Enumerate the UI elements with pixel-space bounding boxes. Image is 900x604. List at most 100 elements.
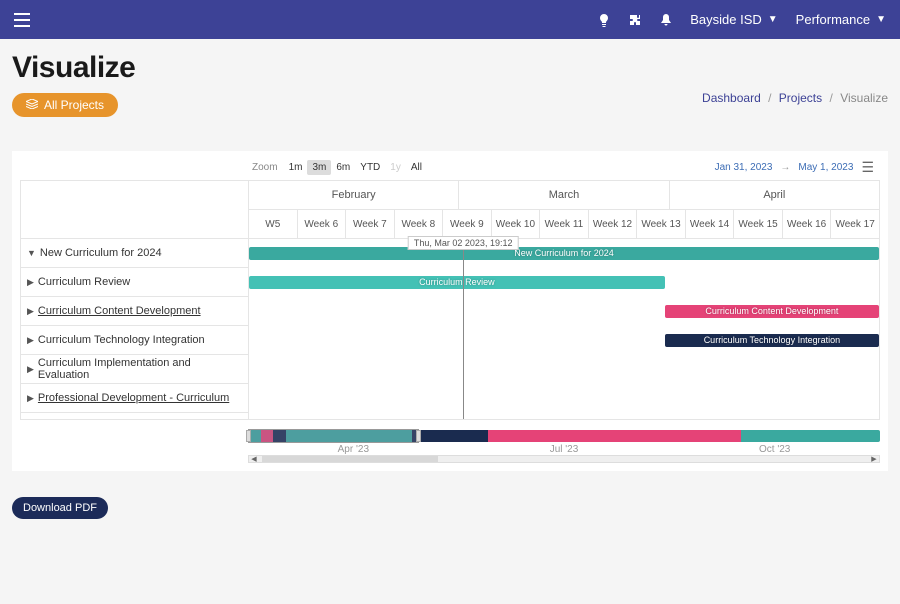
zoom-All[interactable]: All <box>406 160 427 175</box>
gantt-bar[interactable]: Curriculum Review <box>249 276 665 289</box>
week-header-cell: Week 14 <box>686 210 735 238</box>
task-row[interactable]: ▶ Curriculum Review <box>21 268 248 297</box>
triangle-right-icon[interactable]: ▶ <box>27 277 34 288</box>
week-header-cell: Week 17 <box>831 210 879 238</box>
task-label: Curriculum Review <box>38 276 130 288</box>
task-row[interactable]: ▶ Professional Development - Curriculum <box>21 384 248 413</box>
week-header-cell: W5 <box>249 210 298 238</box>
view-name: Performance <box>796 12 870 27</box>
range-to[interactable]: May 1, 2023 <box>798 162 853 173</box>
week-header-cell: Week 11 <box>540 210 589 238</box>
puzzle-icon[interactable] <box>628 13 642 27</box>
breadcrumb: Dashboard / Projects / Visualize <box>702 51 888 105</box>
gantt-row: Curriculum Review <box>249 268 879 297</box>
navigator-handle-right[interactable] <box>416 430 421 442</box>
bell-icon[interactable] <box>660 13 672 27</box>
page-header: Visualize All Projects Dashboard / Proje… <box>0 39 900 123</box>
lightbulb-icon[interactable] <box>598 13 610 27</box>
navigator-scrollbar[interactable]: ◀ ▶ <box>248 455 880 463</box>
gantt-card: Zoom 1m3m6mYTD1yAll Jan 31, 2023 → May 1… <box>12 151 888 471</box>
chevron-down-icon: ▼ <box>876 14 886 25</box>
all-projects-label: All Projects <box>44 98 104 112</box>
all-projects-button[interactable]: All Projects <box>12 93 118 117</box>
zoom-3m[interactable]: 3m <box>307 160 331 175</box>
navigator-handle-left[interactable] <box>246 430 251 442</box>
week-header-cell: Week 6 <box>298 210 347 238</box>
scroll-thumb[interactable] <box>262 456 438 462</box>
gantt-bar[interactable]: Curriculum Content Development <box>665 305 879 318</box>
chevron-down-icon: ▼ <box>768 14 778 25</box>
gantt-bar[interactable]: Curriculum Technology Integration <box>665 334 879 347</box>
download-pdf-label: Download PDF <box>23 502 97 514</box>
breadcrumb-projects[interactable]: Projects <box>779 91 822 105</box>
navigator-month-label: Oct '23 <box>669 444 880 455</box>
task-row[interactable]: ▼ New Curriculum for 2024 <box>21 239 248 268</box>
gantt-row <box>249 355 879 384</box>
zoom-1y: 1y <box>385 160 406 175</box>
scroll-right-icon[interactable]: ▶ <box>869 456 879 462</box>
view-selector[interactable]: Performance ▼ <box>796 12 886 27</box>
week-header: W5Week 6Week 7Week 8Week 9Week 10Week 11… <box>249 210 879 239</box>
scroll-left-icon[interactable]: ◀ <box>249 456 259 462</box>
task-row[interactable]: ▶Curriculum Content Development <box>21 297 248 326</box>
week-header-cell: Week 10 <box>492 210 541 238</box>
triangle-right-icon[interactable]: ▶ <box>27 335 34 346</box>
zoom-1m[interactable]: 1m <box>284 160 308 175</box>
gantt-row: New Curriculum for 2024 <box>249 239 879 268</box>
zoom-label: Zoom <box>252 162 278 173</box>
breadcrumb-dashboard[interactable]: Dashboard <box>702 91 761 105</box>
week-header-cell: Week 8 <box>395 210 444 238</box>
task-label: New Curriculum for 2024 <box>40 247 162 259</box>
topbar: Bayside ISD ▼ Performance ▼ <box>0 0 900 39</box>
range-from[interactable]: Jan 31, 2023 <box>715 162 773 173</box>
breadcrumb-current: Visualize <box>840 91 888 105</box>
gantt-timeline: FebruaryMarchApril W5Week 6Week 7Week 8W… <box>249 181 879 419</box>
task-label: Curriculum Technology Integration <box>38 334 205 346</box>
month-header: FebruaryMarchApril <box>249 181 879 210</box>
task-label: Curriculum Implementation and Evaluation <box>38 357 242 381</box>
triangle-right-icon[interactable]: ▶ <box>27 393 34 404</box>
navigator-month-label: Jul '23 <box>459 444 670 455</box>
week-header-cell: Week 16 <box>783 210 832 238</box>
gantt-chart: ▼ New Curriculum for 2024 ▶ Curriculum Revi… <box>20 180 880 420</box>
navigator-segment <box>488 430 741 442</box>
zoom-group: Zoom 1m3m6mYTD1yAll <box>252 160 427 175</box>
chart-controls: Zoom 1m3m6mYTD1yAll Jan 31, 2023 → May 1… <box>20 159 880 180</box>
week-header-cell: Week 7 <box>346 210 395 238</box>
navigator-labels: Apr '23Jul '23Oct '23 <box>248 444 880 455</box>
triangle-down-icon[interactable]: ▼ <box>27 248 36 258</box>
task-row[interactable]: ▶ Curriculum Technology Integration <box>21 326 248 355</box>
menu-toggle-icon[interactable] <box>14 13 30 27</box>
gantt-row: Curriculum Content Development <box>249 297 879 326</box>
download-pdf-button[interactable]: Download PDF <box>12 497 108 519</box>
org-name: Bayside ISD <box>690 12 762 27</box>
task-label: Professional Development - Curriculum <box>38 392 229 404</box>
week-header-cell: Week 9 <box>443 210 492 238</box>
month-header-cell: April <box>670 181 879 209</box>
timeline-tooltip: Thu, Mar 02 2023, 19:12 <box>408 236 519 250</box>
navigator-month-label: Apr '23 <box>248 444 459 455</box>
timeline-cursor <box>463 239 464 419</box>
navigator-segment <box>741 430 880 442</box>
timeline-navigator[interactable]: Apr '23Jul '23Oct '23 ◀ ▶ <box>248 430 880 462</box>
zoom-6m[interactable]: 6m <box>331 160 355 175</box>
gantt-row: Curriculum Technology Integration <box>249 326 879 355</box>
chart-menu-icon[interactable]: ☰ <box>861 159 874 176</box>
range-group: Jan 31, 2023 → May 1, 2023 ☰ <box>715 159 874 176</box>
gantt-body: Thu, Mar 02 2023, 19:12 New Curriculum f… <box>249 239 879 419</box>
gantt-task-list: ▼ New Curriculum for 2024 ▶ Curriculum Revi… <box>21 181 249 419</box>
week-header-cell: Week 12 <box>589 210 638 238</box>
org-selector[interactable]: Bayside ISD ▼ <box>690 12 777 27</box>
month-header-cell: March <box>459 181 669 209</box>
gantt-bar[interactable]: New Curriculum for 2024 <box>249 247 879 260</box>
gantt-row <box>249 384 879 413</box>
task-row[interactable]: ▶ Curriculum Implementation and Evaluatio… <box>21 355 248 384</box>
page-title: Visualize <box>12 51 135 85</box>
triangle-right-icon[interactable]: ▶ <box>27 306 34 317</box>
arrow-right-icon: → <box>780 162 790 173</box>
month-header-cell: February <box>249 181 459 209</box>
navigator-segment <box>412 430 488 442</box>
zoom-YTD[interactable]: YTD <box>355 160 385 175</box>
triangle-right-icon[interactable]: ▶ <box>27 364 34 375</box>
navigator-window[interactable] <box>248 429 419 443</box>
